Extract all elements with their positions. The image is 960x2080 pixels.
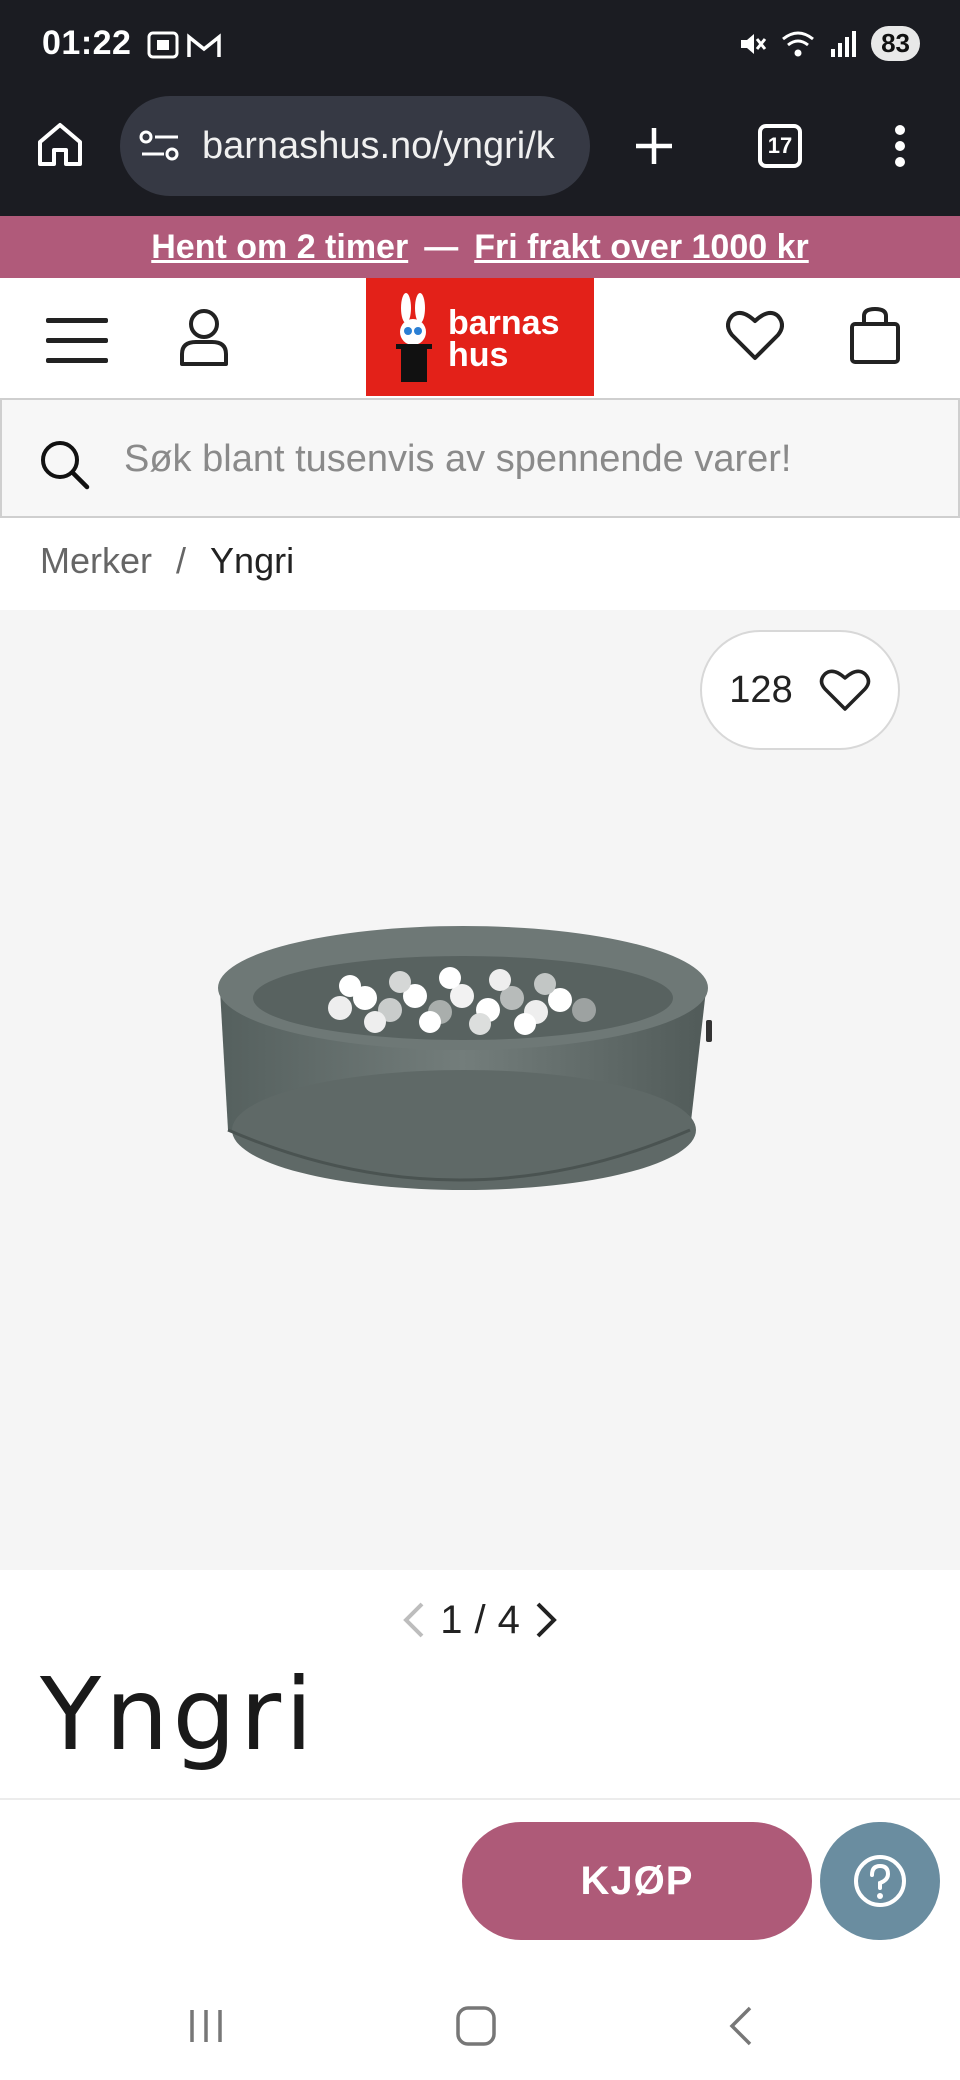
promo-banner[interactable]: Hent om 2 timer — Fri frakt over 1000 kr: [0, 216, 960, 278]
breadcrumb-yngri[interactable]: Yngri: [210, 540, 294, 582]
new-tab-icon[interactable]: [632, 124, 676, 168]
promo-pickup-link[interactable]: Hent om 2 timer: [151, 228, 408, 267]
pager-total: 4: [497, 1597, 520, 1642]
logo-text-line2: hus: [448, 336, 509, 374]
breadcrumb: Merker / Yngri: [40, 540, 294, 582]
status-icons: 83: [737, 26, 920, 61]
browser-chrome: 01:22 83 barnashus.no/yngri/k 17: [0, 0, 960, 216]
divider: [0, 1798, 960, 1800]
buy-button[interactable]: KJØP: [462, 1822, 812, 1940]
account-icon[interactable]: [178, 306, 230, 368]
pager-separator: /: [474, 1597, 486, 1642]
chevron-right-icon[interactable]: [532, 1600, 560, 1640]
recent-apps-icon[interactable]: [186, 2006, 226, 2046]
wifi-icon: [782, 31, 815, 56]
more-menu-icon[interactable]: [890, 122, 910, 170]
tabs-button[interactable]: 17: [758, 124, 802, 168]
search-icon: [41, 441, 90, 490]
help-icon: [854, 1855, 906, 1907]
help-button[interactable]: [820, 1822, 940, 1940]
site-header: barnas hus: [0, 278, 960, 398]
rabbit-hat-icon: [396, 293, 432, 382]
gmail-icon: [187, 33, 221, 57]
url-text[interactable]: barnashus.no/yngri/k: [202, 125, 555, 168]
wishlist-icon[interactable]: [726, 308, 784, 362]
address-bar[interactable]: barnashus.no/yngri/k: [120, 96, 590, 196]
promo-shipping-link[interactable]: Fri frakt over 1000 kr: [474, 228, 809, 267]
status-time: 01:22: [42, 24, 132, 62]
system-nav-bar: [0, 1970, 960, 2080]
search-input[interactable]: Søk blant tusenvis av spennende varer!: [124, 438, 792, 481]
brand-logo[interactable]: Yngri: [40, 1665, 317, 1765]
logo-text-line1: barnas: [448, 304, 560, 342]
home-nav-icon[interactable]: [454, 2004, 498, 2048]
pager-current: 1: [440, 1597, 463, 1642]
menu-icon[interactable]: [44, 316, 110, 366]
battery-indicator: 83: [871, 26, 920, 61]
breadcrumb-separator: /: [176, 540, 187, 581]
favorite-count: 128: [729, 668, 793, 711]
product-gallery[interactable]: 128: [0, 610, 960, 1570]
mute-icon: [741, 33, 767, 54]
brand-name: Yngri: [40, 1656, 317, 1773]
search-bar[interactable]: Søk blant tusenvis av spennende varer!: [0, 398, 960, 518]
screenshot-icon: [147, 31, 179, 59]
promo-separator: —: [424, 227, 459, 266]
favorite-button[interactable]: 128: [700, 630, 900, 750]
product-image-ball-pit[interactable]: [200, 900, 720, 1250]
cart-icon[interactable]: [848, 306, 902, 366]
breadcrumb-merker[interactable]: Merker: [40, 540, 152, 582]
site-logo[interactable]: barnas hus: [366, 278, 594, 396]
signal-icon: [831, 30, 857, 57]
chevron-left-icon[interactable]: [400, 1600, 428, 1640]
heart-icon: [819, 669, 870, 711]
site-settings-icon[interactable]: [138, 128, 182, 164]
home-icon[interactable]: [36, 120, 84, 168]
image-pager: 1 / 4: [380, 1592, 580, 1648]
back-icon[interactable]: [726, 2004, 756, 2048]
